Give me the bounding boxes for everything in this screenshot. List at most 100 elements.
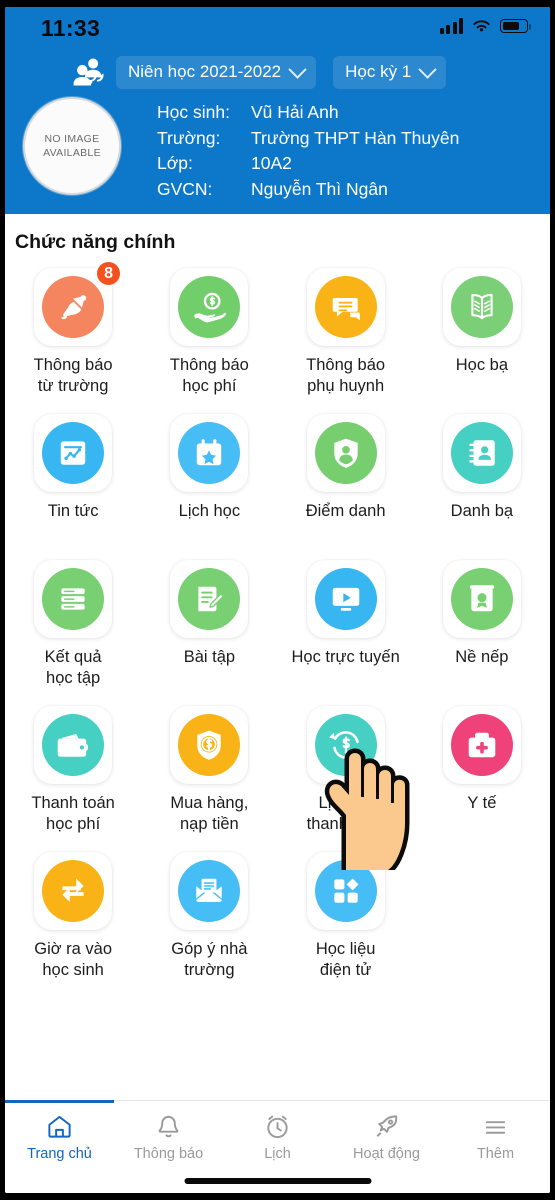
feature-tile[interactable] bbox=[306, 414, 385, 492]
status-bar-time: 11:33 bbox=[41, 15, 101, 41]
feature-tile[interactable] bbox=[306, 706, 385, 784]
info-value-student: Vũ Hải Anh bbox=[251, 102, 339, 122]
school-year-value: Niên học 2021-2022 bbox=[128, 62, 282, 81]
news-chart-icon bbox=[42, 422, 105, 484]
header-controls-row: Niên học 2021-2022 Học kỳ 1 bbox=[5, 51, 550, 93]
feature-item[interactable]: Mua hàng, nạp tiền bbox=[141, 706, 277, 841]
feature-item[interactable]: Lịch học bbox=[141, 414, 277, 549]
info-value-teacher: Nguyễn Thì Ngân bbox=[251, 178, 388, 199]
feature-item[interactable]: Kết quả học tập bbox=[5, 560, 141, 695]
feature-tile[interactable] bbox=[34, 706, 113, 784]
feature-tile[interactable] bbox=[442, 414, 521, 492]
tab-label: Trang chủ bbox=[27, 1146, 92, 1162]
feature-tile[interactable] bbox=[34, 560, 113, 638]
feature-tile[interactable] bbox=[170, 414, 249, 492]
cellular-bars-icon bbox=[439, 18, 463, 34]
shield-user-icon bbox=[314, 422, 377, 484]
feature-tile[interactable] bbox=[170, 852, 249, 930]
feature-item[interactable]: Bài tập bbox=[141, 560, 277, 695]
tab-thông-báo[interactable]: Thông báo bbox=[114, 1101, 223, 1173]
info-label-school: Trường: bbox=[157, 127, 221, 148]
feature-tile[interactable] bbox=[442, 560, 521, 638]
school-year-dropdown[interactable]: Niên học 2021-2022 bbox=[116, 55, 317, 89]
battery-icon bbox=[500, 19, 532, 33]
feature-tile[interactable] bbox=[306, 560, 385, 638]
notification-badge: 8 bbox=[95, 260, 123, 287]
term-value: Học kỳ 1 bbox=[345, 62, 412, 81]
info-row-school: Trường: Trường THPT Hàn Thuyên bbox=[157, 126, 459, 152]
feature-item[interactable]: Danh bạ bbox=[414, 414, 550, 549]
info-row-class: Lớp: 10A2 bbox=[157, 151, 459, 177]
feature-item[interactable]: Tin tức bbox=[5, 414, 141, 549]
feature-item[interactable]: Học trực tuyến bbox=[278, 560, 414, 695]
feature-item[interactable]: Thanh toán học phí bbox=[5, 706, 141, 841]
feature-label: Lịch học bbox=[178, 502, 241, 520]
rocket-icon bbox=[373, 1113, 400, 1140]
wifi-icon bbox=[473, 20, 490, 32]
tab-label: Thêm bbox=[476, 1146, 515, 1162]
feature-label: Nề nếp bbox=[455, 648, 509, 666]
status-bar: 11:33 bbox=[5, 7, 550, 51]
payment-history-icon bbox=[314, 714, 377, 776]
feature-item[interactable]: Thông báo học phí bbox=[141, 268, 277, 403]
feature-tile[interactable]: 8 bbox=[34, 260, 123, 346]
feature-label: Điểm danh bbox=[305, 502, 386, 520]
tab-thêm[interactable]: Thêm bbox=[441, 1101, 550, 1173]
student-info-list: Học sinh: Vũ Hải Anh Trường: Trường THPT… bbox=[157, 100, 459, 202]
page-title: Chức năng chính bbox=[15, 231, 176, 253]
feature-tile[interactable] bbox=[442, 268, 521, 346]
info-row-teacher: GVCN: Nguyễn Thì Ngân bbox=[157, 177, 459, 203]
app-screen: 11:33 Niên học 2021-2022 Học kỳ 1 NO IMA… bbox=[5, 7, 550, 1193]
home-indicator bbox=[184, 1178, 371, 1184]
feature-item[interactable]: Góp ý nhà trường bbox=[141, 852, 277, 987]
feature-label: Thanh toán học phí bbox=[31, 794, 115, 833]
feature-grid: 8 Thông báo từ trường Thông báo học phí Thô… bbox=[5, 260, 550, 987]
app-header: 11:33 Niên học 2021-2022 Học kỳ 1 NO IMA… bbox=[5, 7, 550, 214]
feature-item[interactable]: Học bạ bbox=[414, 268, 550, 403]
feature-tile[interactable] bbox=[34, 852, 113, 930]
hamburger-icon bbox=[482, 1113, 509, 1140]
bell-icon bbox=[155, 1113, 182, 1140]
term-dropdown[interactable]: Học kỳ 1 bbox=[333, 55, 447, 89]
feature-label: Danh bạ bbox=[450, 502, 514, 520]
feature-tile[interactable] bbox=[34, 414, 113, 492]
feature-item[interactable]: Lịch sử thanh toán bbox=[278, 706, 414, 841]
feature-tile[interactable] bbox=[170, 560, 249, 638]
feature-item[interactable]: Thông báo phụ huynh bbox=[278, 268, 414, 403]
hand-money-icon bbox=[178, 276, 241, 338]
tab-label: Hoạt động bbox=[353, 1146, 420, 1162]
feature-label: Học bạ bbox=[455, 356, 509, 374]
avatar-line-1: NO IMAGE bbox=[44, 133, 100, 145]
tab-list: Trang chủ Thông báo Lịch Hoạt động Thêm bbox=[5, 1101, 550, 1173]
feature-item[interactable]: 8 Thông báo từ trường bbox=[5, 260, 141, 403]
info-label-student: Học sinh: bbox=[157, 102, 230, 122]
feature-tile[interactable] bbox=[170, 706, 249, 784]
online-class-icon bbox=[314, 568, 377, 630]
feature-label: Lịch sử thanh toán bbox=[306, 794, 385, 833]
avatar[interactable]: NO IMAGE AVAILABLE bbox=[23, 97, 121, 195]
feature-label: Thông báo phụ huynh bbox=[306, 356, 386, 395]
feature-tile[interactable] bbox=[442, 706, 521, 784]
info-row-student: Học sinh: Vũ Hải Anh bbox=[157, 100, 459, 126]
feature-tile[interactable] bbox=[170, 268, 249, 346]
feature-label: Học liệu điện tử bbox=[315, 940, 376, 979]
feature-label: Giờ ra vào học sinh bbox=[34, 940, 112, 979]
feature-item[interactable]: Nề nếp bbox=[414, 560, 550, 695]
switch-user-icon[interactable] bbox=[65, 57, 111, 87]
feature-item[interactable]: Giờ ra vào học sinh bbox=[5, 852, 141, 987]
results-list-icon bbox=[42, 568, 105, 630]
feature-item[interactable]: Học liệu điện tử bbox=[278, 852, 414, 987]
tab-lịch[interactable]: Lịch bbox=[223, 1101, 332, 1173]
contact-book-icon bbox=[450, 422, 513, 484]
tab-hoạt-động[interactable]: Hoạt động bbox=[332, 1101, 441, 1173]
calendar-star-icon bbox=[178, 422, 241, 484]
tab-label: Lịch bbox=[264, 1146, 291, 1162]
envelope-icon bbox=[178, 860, 241, 922]
feature-item[interactable]: Điểm danh bbox=[278, 414, 414, 549]
feature-label: Thông báo từ trường bbox=[33, 356, 113, 395]
feature-tile[interactable] bbox=[306, 852, 385, 930]
tab-trang-chủ[interactable]: Trang chủ bbox=[5, 1101, 114, 1173]
feature-tile[interactable] bbox=[306, 268, 385, 346]
grid-blocks-icon bbox=[314, 860, 377, 922]
feature-item[interactable]: Y tế bbox=[414, 706, 550, 841]
